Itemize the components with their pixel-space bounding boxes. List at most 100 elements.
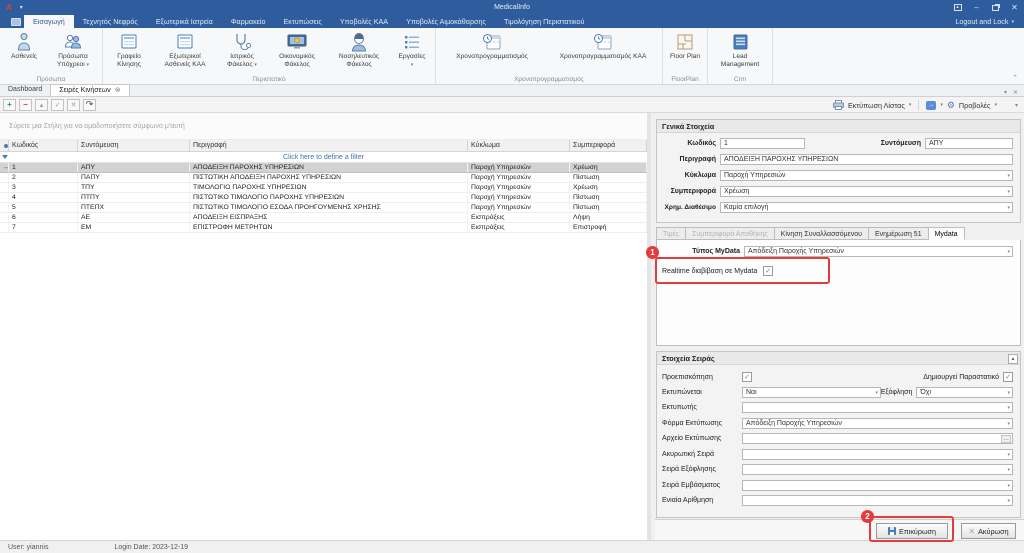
printed-dropdown[interactable]: Ναι▾ (742, 387, 881, 398)
print-form-dropdown[interactable]: Απόδειξη Παροχής Υπηρεσιών▾ (742, 418, 1013, 429)
syntomeysi-field[interactable] (925, 138, 1013, 149)
payoff-series-dropdown[interactable]: ▾ (742, 464, 1013, 475)
file-menu-button[interactable] (8, 15, 24, 28)
tab-series-kiniseon[interactable]: Σειρές Κινήσεων ⊗ (50, 84, 129, 96)
series-info-group: Στοιχεία Σειράς ▴ Προεπισκόπηση ✓ Δημιου… (656, 351, 1021, 518)
cancel-button[interactable]: ✕ Ακύρωση (961, 523, 1016, 539)
perigrafi-field[interactable] (720, 154, 1013, 165)
obligated-persons-button[interactable]: Πρόσωπα Υπόχρεοι ▾ (47, 30, 99, 74)
floor-plan-button[interactable]: Floor Plan (666, 30, 704, 74)
tab-ektyposeis[interactable]: Εκτυπώσεις (274, 15, 330, 28)
add-record-button[interactable]: + (3, 99, 16, 111)
tab-timologisi-peristatikou[interactable]: Τιμολόγηση Περιστατικού (495, 15, 594, 28)
caret-down-icon[interactable]: ▾ (940, 102, 943, 108)
movement-office-button[interactable]: Γραφείο Κίνησης (106, 30, 152, 74)
tab-close-icon[interactable]: ⊗ (115, 85, 121, 97)
symperifora-dropdown[interactable]: Χρέωση▾ (720, 186, 1013, 197)
delete-record-button[interactable]: − (19, 99, 32, 111)
table-row[interactable]: 6 ΑΕ ΑΠΟΔΕΙΞΗ ΕΙΣΠΡΑΞΗΣ Εισπράξεις Λήψη (0, 213, 647, 223)
printer-dropdown[interactable]: ▾ (742, 402, 1013, 413)
table-row[interactable]: 4 ΠΤΠΥ ΠΙΣΤΩΤΙΚΟ ΤΙΜΟΛΟΓΙΟ ΠΑΡΟΧΗΣ ΥΠΗΡΕ… (0, 193, 647, 203)
tab-eisagogi[interactable]: Εισαγωγή (24, 15, 74, 28)
grid-filter-row[interactable]: Click here to define a filter (0, 152, 647, 163)
nursing-file-button[interactable]: Νοσηλευτικός Φάκελος (328, 30, 390, 74)
kyklwma-dropdown[interactable]: Παροχή Υπηρεσιών▾ (720, 170, 1013, 181)
xrim-diathesimo-label: Χρημ. Διαθέσιμο (662, 204, 716, 211)
kodikos-field[interactable] (720, 138, 805, 149)
tab-enimerosi-51[interactable]: Ενημέρωση 51 (869, 227, 929, 240)
button-label: Πρόσωπα Υπόχρεοι ▾ (49, 53, 97, 68)
scheduling-button[interactable]: Χρονοπρογραμματισμός (439, 30, 545, 74)
refresh-button[interactable]: ↷ (83, 99, 96, 111)
general-info-group: Γενικά Στοιχεία Κωδικός Συντόμευση Περιγ… (656, 119, 1021, 223)
tab-mydata[interactable]: Mydata (929, 227, 965, 240)
cell-kyklwma: Παροχή Υπηρεσιών (468, 163, 570, 172)
detail-panel: Γενικά Στοιχεία Κωδικός Συντόμευση Περιγ… (655, 113, 1024, 540)
caret-down-icon: ▾ (1007, 498, 1010, 504)
medical-file-button[interactable]: Ιατρικός Φάκελος ▾ (218, 30, 266, 74)
tab-exoterika-iatreia[interactable]: Εξωτερικά Ιατρεία (147, 15, 222, 28)
preview-label: Προεπισκόπηση (662, 374, 740, 381)
preview-checkbox[interactable]: ✓ (742, 372, 752, 382)
cell-kodikos: 1 (9, 163, 78, 172)
group-by-hint: Σύρετε μια Στήλη για να ομαδοποιήσετε σύ… (0, 113, 647, 140)
remittance-series-dropdown[interactable]: ▾ (742, 480, 1013, 491)
creates-document-checkbox[interactable]: ✓ (1003, 372, 1013, 382)
kyklwma-value: Παροχή Υπηρεσιών (724, 172, 786, 179)
filter-hint-label[interactable]: Click here to define a filter (0, 154, 647, 161)
series-info-title: Στοιχεία Σειράς ▴ (657, 352, 1020, 365)
column-header-kyklwma[interactable]: Κύκλωμα (468, 140, 570, 151)
financial-file-button[interactable]: Οικονομικός Φάκελος (268, 30, 326, 74)
caret-down-icon: ▾ (254, 62, 257, 68)
unified-numbering-dropdown[interactable]: ▾ (742, 495, 1013, 506)
tab-farmakeio[interactable]: Φαρμακείο (222, 15, 275, 28)
tab-kinisi-synallassomenou[interactable]: Κίνηση Συναλλασσόμενου (775, 227, 869, 240)
cell-kyklwma: Παροχή Υπηρεσιών (468, 173, 570, 182)
tab-list-close-icon[interactable]: ✕ (1013, 89, 1018, 96)
table-row[interactable]: 7 ΕΜ ΕΠΙΣΤΡΟΦΗ ΜΕΤΡΗΤΩΝ Εισπράξεις Επιστ… (0, 223, 647, 233)
header-indicator-cell (0, 140, 9, 151)
tab-dashboard[interactable]: Dashboard (0, 84, 50, 96)
column-header-perigrafi[interactable]: Περιγραφή (190, 140, 468, 151)
column-header-kodikos[interactable]: Κωδικός (9, 140, 78, 151)
cancel-series-dropdown[interactable]: ▾ (742, 449, 1013, 460)
external-patients-kaa-button[interactable]: Εξωτερικοί Ασθενείς ΚΑΑ (154, 30, 216, 74)
print-file-field[interactable]: … (742, 433, 1013, 444)
edit-record-button[interactable]: ▴ (35, 99, 48, 111)
lead-management-button[interactable]: Lead Management (711, 30, 769, 74)
kyklwma-label: Κύκλωμα (662, 172, 716, 179)
caret-down-icon[interactable]: ▾ (994, 102, 997, 108)
table-row[interactable]: 2 ΠΑΠΥ ΠΙΣΤΩΤΙΚΗ ΑΠΟΔΕΙΞΗ ΠΑΡΟΧΗΣ ΥΠΗΡΕΣ… (0, 173, 647, 183)
views-button[interactable]: Προβολές (959, 101, 991, 110)
tasks-button[interactable]: Εργασίες▾ (392, 30, 432, 74)
xrim-diathesimo-dropdown[interactable]: Καμία επιλογή▾ (720, 202, 1013, 213)
patients-button[interactable]: Ασθενείς (3, 30, 45, 74)
tab-texnitos-nefros[interactable]: Τεχνητός Νεφρός (74, 15, 147, 28)
logout-and-lock-button[interactable]: Logout and Lock ▾ (955, 15, 1014, 28)
grid-toolbar: + − ▴ ✓ ✕ ↷ Εκτύπωση Λίστας ▾ → ▾ ⚙ Προβ… (0, 97, 1024, 113)
tab-ypoboles-aimokatharsis[interactable]: Υποβολές Αιμοκάθαρσης (397, 15, 495, 28)
tab-symperifora-apothikis[interactable]: Συμπεριφορά Αποθήκης (686, 227, 775, 240)
payoff-dropdown[interactable]: Όχι▾ (916, 387, 1013, 398)
caret-down-icon[interactable]: ▾ (909, 102, 912, 108)
table-row[interactable]: 5 ΠΤΕΠΧ ΠΙΣΤΩΤΙΚΟ ΤΙΜΟΛΟΓΙΟ ΕΣΟΔΑ ΠΡΟΗΓΟ… (0, 203, 647, 213)
cell-symperifora: Λήψη (570, 213, 647, 222)
table-row[interactable]: → 1 ΑΠΥ ΑΠΟΔΕΙΞΗ ΠΑΡΟΧΗΣ ΥΠΗΡΕΣΙΩΝ Παροχ… (0, 163, 647, 173)
browse-file-button[interactable]: … (1001, 435, 1011, 443)
tab-times[interactable]: Τιμές (656, 227, 686, 240)
toolbar-overflow-caret-icon[interactable]: ▾ (1015, 102, 1018, 109)
collapse-group-button[interactable]: ▴ (1008, 354, 1018, 364)
export-icon[interactable]: → (926, 101, 936, 110)
tab-scroll-caret-icon[interactable]: ▾ (1004, 89, 1007, 96)
post-record-button[interactable]: ✓ (51, 99, 64, 111)
column-header-syntomeysi[interactable]: Συντόμευση (78, 140, 190, 151)
column-header-symperifora[interactable]: Συμπεριφορά (570, 140, 647, 151)
ribbon-collapse-icon[interactable]: ⌃ (1012, 74, 1018, 82)
mydata-type-dropdown[interactable]: Απόδειξη Παροχής Υπηρεσιών▾ (744, 246, 1013, 257)
table-row[interactable]: 3 ΤΠΥ ΤΙΜΟΛΟΓΙΟ ΠΑΡΟΧΗΣ ΥΠΗΡΕΣΙΩΝ Παροχή… (0, 183, 647, 193)
scheduling-kaa-button[interactable]: Χρονοπρογραμματισμός ΚΑΑ (547, 30, 659, 74)
print-list-button[interactable]: Εκτύπωση Λίστας (848, 101, 905, 110)
caret-down-icon: ▾ (1007, 483, 1010, 489)
cancel-edit-button[interactable]: ✕ (67, 99, 80, 111)
tab-ypoboles-kaa[interactable]: Υποβολές ΚΑΑ (331, 15, 397, 28)
